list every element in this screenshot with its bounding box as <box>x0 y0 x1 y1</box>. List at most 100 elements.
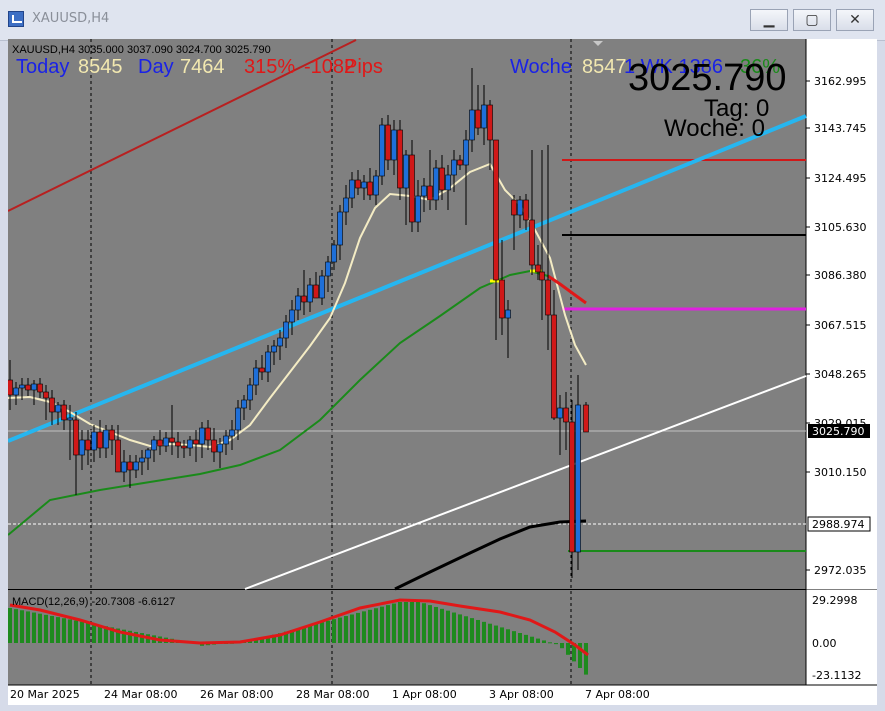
date-tick: 7 Apr 08:00 <box>585 688 650 701</box>
macd-bar <box>422 603 426 643</box>
macd-bar <box>338 617 342 643</box>
macd-bar <box>350 614 354 643</box>
macd-bar <box>8 608 12 643</box>
title-bar: XAUUSD,H4 ▁ ▢ ✕ <box>0 0 885 41</box>
candle <box>397 120 403 200</box>
current-price-tag-text: 3025.790 <box>812 425 865 438</box>
macd-tick: -23.1132 <box>812 669 861 682</box>
price-tick: 3010.150 <box>814 466 867 479</box>
day-value: 7464 <box>180 56 225 78</box>
date-tick: 1 Apr 08:00 <box>392 688 457 701</box>
macd-bar <box>554 643 558 645</box>
date-tick: 20 Mar 2025 <box>10 688 80 701</box>
macd-bar <box>536 638 540 643</box>
woche-counter: Woche: 0 <box>664 115 765 142</box>
date-tick: 3 Apr 08:00 <box>489 688 554 701</box>
macd-bar <box>476 619 480 643</box>
big-price: 3025.790 <box>628 57 787 99</box>
candle <box>569 400 575 578</box>
maximize-button[interactable]: ▢ <box>793 9 831 31</box>
macd-bar <box>416 602 420 643</box>
date-tick: 26 Mar 08:00 <box>200 688 273 701</box>
woche-value: 8547 <box>582 56 627 78</box>
macd-bar <box>506 629 510 643</box>
macd-bar <box>452 612 456 643</box>
macd-bar <box>74 620 78 643</box>
price-tick: 2972.035 <box>814 564 867 577</box>
candle <box>379 118 385 185</box>
chart-canvas[interactable]: 3162.995 3143.745 3124.495 3105.630 3086.380… <box>7 39 877 705</box>
date-tick: 24 Mar 08:00 <box>104 688 177 701</box>
symbol-header: XAUUSD,H4 3035.000 3037.090 3024.700 302… <box>12 44 271 56</box>
day-label: Day <box>138 56 174 78</box>
minimize-button[interactable]: ▁ <box>750 9 788 31</box>
close-button[interactable]: ✕ <box>836 9 874 31</box>
price-tick: 3048.265 <box>814 368 867 381</box>
macd-bar <box>32 612 36 643</box>
day-percent: 315% <box>244 56 295 78</box>
macd-bar <box>560 643 564 649</box>
macd-bar <box>86 622 90 643</box>
macd-bar <box>518 633 522 643</box>
macd-bar <box>362 611 366 643</box>
macd-bar <box>542 640 546 643</box>
macd-bar <box>404 602 408 643</box>
macd-bar <box>368 609 372 643</box>
macd-bar <box>38 613 42 643</box>
today-label: Today <box>16 56 69 78</box>
macd-bar <box>410 602 414 643</box>
macd-bar <box>512 631 516 643</box>
macd-bar <box>566 643 570 655</box>
macd-bar <box>374 608 378 643</box>
candle <box>583 402 589 433</box>
macd-bar <box>458 614 462 643</box>
macd-bar <box>392 603 396 643</box>
macd-bar <box>332 619 336 643</box>
macd-bar <box>386 605 390 643</box>
macd-bar <box>320 622 324 643</box>
macd-bar <box>482 621 486 643</box>
macd-bar <box>488 623 492 643</box>
macd-bar <box>440 608 444 643</box>
macd-header: MACD(12,26,9) -20.7308 -6.6127 <box>12 596 175 608</box>
price-tick: 3143.745 <box>814 122 867 135</box>
macd-bar <box>80 621 84 643</box>
macd-bar <box>20 610 24 643</box>
macd-bar <box>446 610 450 643</box>
macd-bar <box>308 625 312 643</box>
macd-bar <box>548 642 552 644</box>
price-chart[interactable]: 3162.995 3143.745 3124.495 3105.630 3086.380… <box>7 39 877 705</box>
macd-bar <box>26 611 30 643</box>
level-price-tag-text: 2988.974 <box>812 518 865 531</box>
macd-tick: 0.00 <box>812 637 837 650</box>
macd-bar <box>530 636 534 643</box>
macd-bar <box>326 620 330 643</box>
chart-window-icon <box>8 11 24 27</box>
today-value: 8545 <box>78 56 123 78</box>
macd-bar <box>302 626 306 643</box>
macd-bar <box>50 615 54 643</box>
macd-bar <box>434 606 438 643</box>
macd-bar <box>470 618 474 643</box>
macd-bar <box>68 619 72 643</box>
macd-bar <box>62 618 66 643</box>
macd-bar <box>14 609 18 643</box>
woche-label: Woche <box>510 56 572 78</box>
macd-tick: 29.2998 <box>812 594 858 607</box>
macd-bar <box>464 616 468 643</box>
macd-bar <box>356 612 360 643</box>
macd-bar <box>314 623 318 643</box>
date-tick: 28 Mar 08:00 <box>296 688 369 701</box>
price-tick: 3067.515 <box>814 319 867 332</box>
macd-bar <box>524 634 528 643</box>
macd-bar <box>344 616 348 643</box>
macd-bar <box>380 606 384 643</box>
macd-bar <box>428 605 432 643</box>
price-tick: 3124.495 <box>814 172 867 185</box>
macd-bar <box>44 614 48 643</box>
macd-bar <box>92 623 96 643</box>
macd-bar <box>500 627 504 643</box>
price-tick: 3086.380 <box>814 269 867 282</box>
macd-bar <box>398 602 402 643</box>
price-tick: 3105.630 <box>814 221 867 234</box>
